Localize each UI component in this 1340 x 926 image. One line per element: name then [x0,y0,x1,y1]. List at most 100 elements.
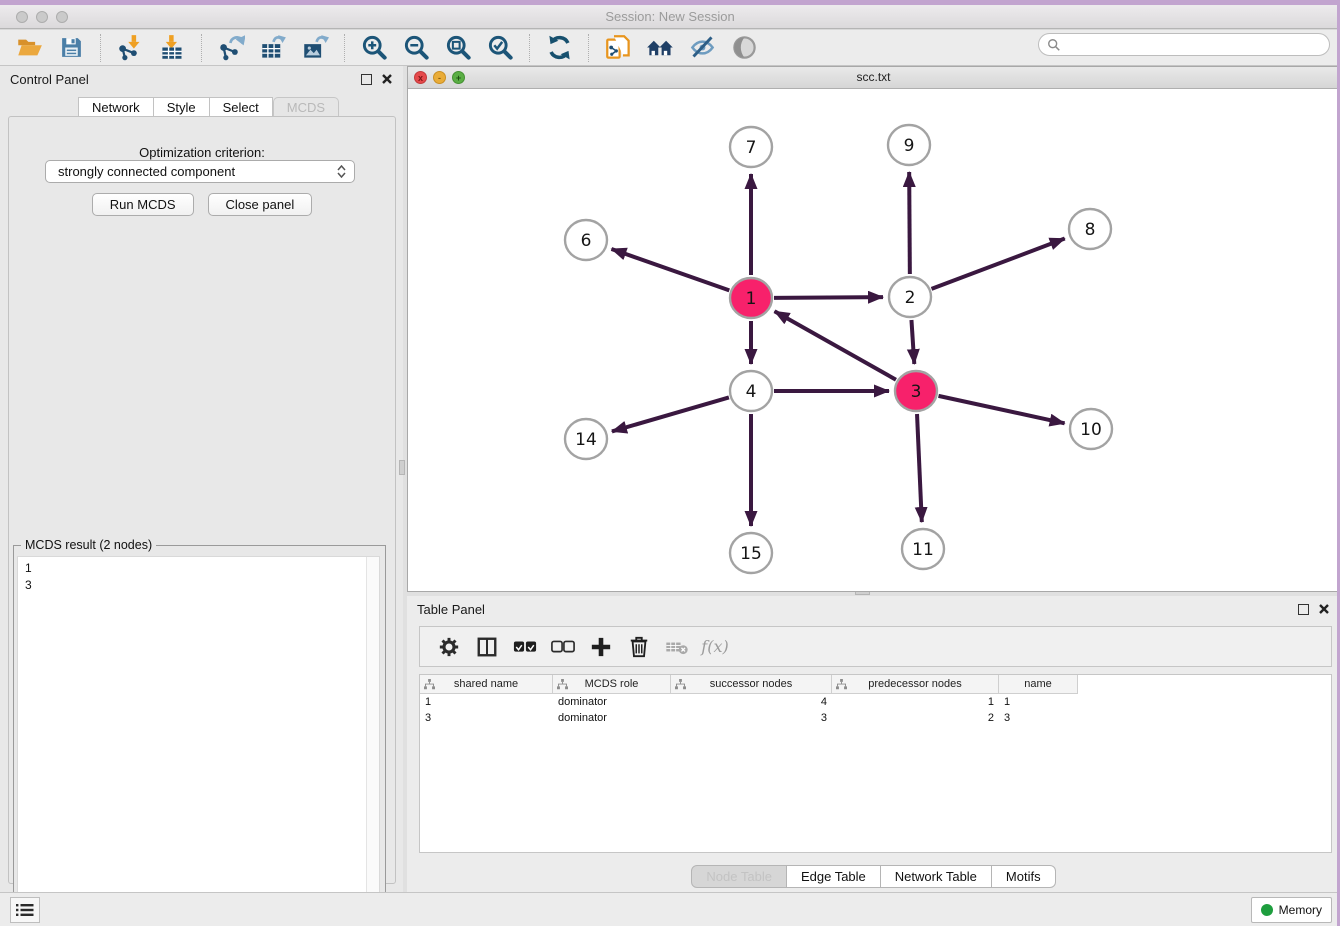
select-all-rows-button[interactable] [510,632,540,662]
graph-node-1[interactable]: 1 [730,278,772,318]
export-network-button[interactable] [215,33,247,63]
network-window-maximize-button[interactable]: + [452,71,465,84]
graph-node-11[interactable]: 11 [902,529,944,569]
tab-style[interactable]: Style [154,97,210,117]
toolbar-separator [344,34,345,62]
export-image-button[interactable] [299,33,331,63]
optimization-criterion-select[interactable]: strongly connected component [45,160,355,183]
graph-node-7[interactable]: 7 [730,127,772,167]
add-row-button[interactable] [586,632,616,662]
tab-select[interactable]: Select [210,97,273,117]
zoom-selected-button[interactable] [484,33,516,63]
attribute-icon [557,679,568,690]
column-header-name[interactable]: name [999,675,1078,694]
task-history-button[interactable] [10,897,40,923]
tab-network[interactable]: Network [78,97,154,117]
delete-column-icon [665,639,689,655]
control-panel-float-button[interactable] [361,74,372,85]
close-panel-button[interactable]: Close panel [208,193,313,216]
tab-motifs[interactable]: Motifs [992,865,1056,888]
tab-edge-table[interactable]: Edge Table [787,865,881,888]
import-table-button[interactable] [156,33,188,63]
graph-node-9[interactable]: 9 [888,125,930,165]
table-cell: 4 [671,694,832,710]
attribute-icon [675,679,686,690]
home-button[interactable] [644,33,676,63]
tab-node-table[interactable]: Node Table [691,865,787,888]
window-zoom-button[interactable] [56,11,68,23]
graph-node-3[interactable]: 3 [895,371,937,411]
open-session-button[interactable] [13,33,45,63]
show-columns-button[interactable] [472,632,502,662]
graph-edge-2-3[interactable] [911,320,914,364]
network-window-minimize-button[interactable]: - [433,71,446,84]
tab-mcds[interactable]: MCDS [273,97,339,117]
graph-edge-3-1[interactable] [775,311,896,379]
graph-node-2[interactable]: 2 [889,277,931,317]
graph-edge-1-6[interactable] [611,249,729,290]
table-row[interactable]: 3dominator323 [420,710,1331,726]
memory-status-icon [1261,904,1273,916]
column-header-shared-name[interactable]: shared name [420,675,553,694]
graph-edge-2-8[interactable] [932,239,1065,289]
refresh-button[interactable] [543,33,575,63]
unselect-all-rows-button[interactable] [548,632,578,662]
graph-node-4[interactable]: 4 [730,371,772,411]
graph-node-8[interactable]: 8 [1069,209,1111,249]
optimization-criterion-value: strongly connected component [58,164,235,179]
zoom-selected-icon [487,34,514,61]
zoom-in-icon [361,34,388,61]
graph-node-14[interactable]: 14 [565,419,607,459]
column-header-successor-nodes[interactable]: successor nodes [671,675,832,694]
zoom-in-button[interactable] [358,33,390,63]
unchecked-boxes-icon [551,640,575,654]
graph-edge-4-14[interactable] [612,397,729,431]
network-window-close-button[interactable]: x [414,71,427,84]
result-scrollbar[interactable] [366,557,379,916]
fx-icon: f(x) [701,637,728,656]
network-graph[interactable]: 7 9 6 8 1 2 4 3 14 10 15 11 [408,89,1339,591]
memory-button[interactable]: Memory [1251,897,1332,923]
svg-text:8: 8 [1085,220,1096,240]
mcds-result-list[interactable]: 1 3 [17,556,380,917]
zoom-fit-button[interactable] [442,33,474,63]
show-graphics-details-button[interactable] [728,33,760,63]
search-field[interactable] [1038,33,1330,56]
zoom-out-button[interactable] [400,33,432,63]
save-session-button[interactable] [55,33,87,63]
window-close-button[interactable] [16,11,28,23]
graph-edge-3-11[interactable] [917,414,922,522]
attribute-icon [424,679,435,690]
delete-columns-button[interactable] [662,632,692,662]
run-mcds-button[interactable]: Run MCDS [92,193,194,216]
import-network-button[interactable] [114,33,146,63]
column-header-mcds-role[interactable]: MCDS role [553,675,671,694]
table-panel-close-button[interactable] [1318,603,1330,615]
hide-graphics-details-button[interactable] [686,33,718,63]
export-table-icon [260,34,287,61]
export-table-button[interactable] [257,33,289,63]
column-header-predecessor-nodes[interactable]: predecessor nodes [832,675,999,694]
network-window-titlebar[interactable]: x - + scc.txt [408,67,1339,89]
network-overview-button[interactable] [602,33,634,63]
graph-edge-1-2[interactable] [774,297,883,298]
window-minimize-button[interactable] [36,11,48,23]
table-row[interactable]: 1dominator411 [420,694,1331,710]
table-cell: 1 [420,694,553,710]
zoom-out-icon [403,34,430,61]
search-input[interactable] [1061,38,1329,52]
tab-network-table[interactable]: Network Table [881,865,992,888]
table-panel-float-button[interactable] [1298,604,1309,615]
table-settings-button[interactable] [434,632,464,662]
control-panel-close-button[interactable] [381,73,393,85]
graph-node-10[interactable]: 10 [1070,409,1112,449]
list-icon [16,903,34,917]
graph-node-15[interactable]: 15 [730,533,772,573]
delete-rows-button[interactable] [624,632,654,662]
graph-edge-3-10[interactable] [938,396,1064,423]
graph-edge-2-9[interactable] [909,172,910,274]
function-builder-button[interactable]: f(x) [700,632,730,662]
control-panel: Control Panel Network Style Select MCDS … [0,66,403,892]
graph-node-6[interactable]: 6 [565,220,607,260]
vertical-splitter-handle[interactable] [399,460,405,475]
